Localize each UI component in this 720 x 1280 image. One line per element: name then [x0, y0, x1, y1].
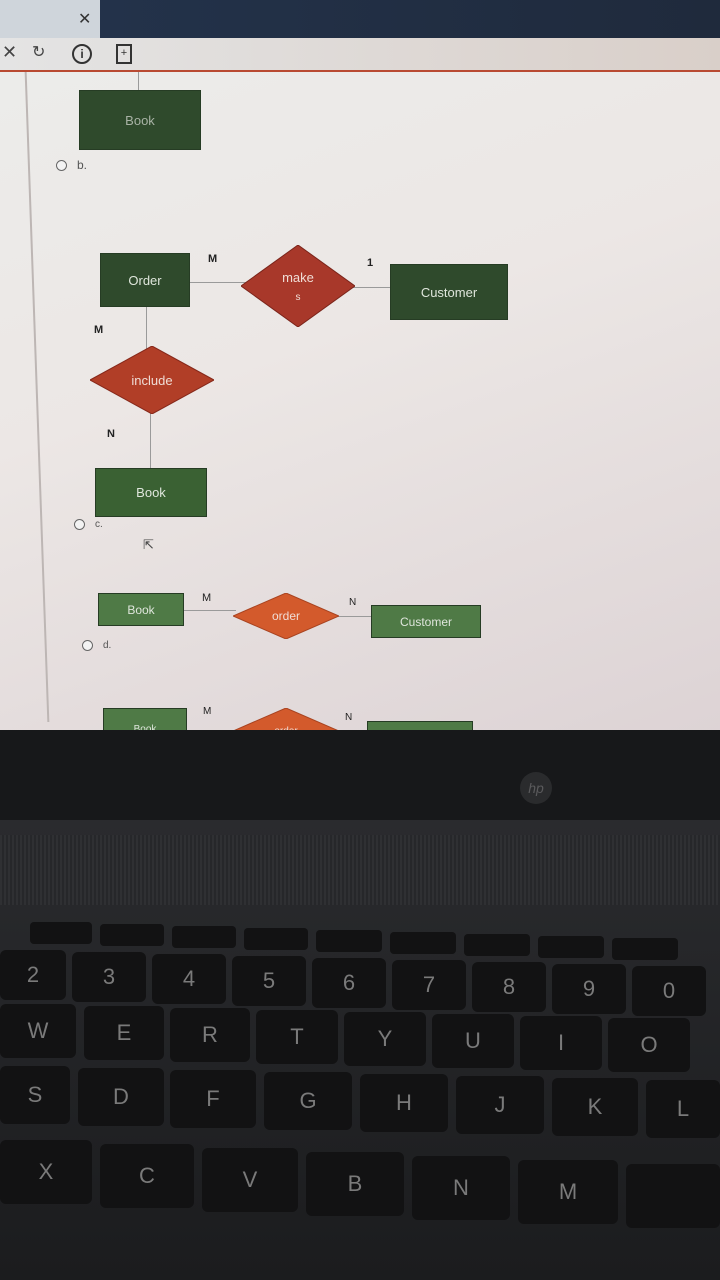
key-9[interactable]: 9 — [552, 964, 626, 1014]
entity-customer: Customer — [371, 605, 481, 638]
key-o[interactable]: O — [608, 1018, 690, 1072]
key-m[interactable]: M — [518, 1160, 618, 1224]
entity-customer: Customer — [390, 264, 508, 320]
key-6[interactable]: 6 — [312, 958, 386, 1008]
key-4[interactable]: 4 — [152, 954, 226, 1004]
cardinality-label: 1 — [367, 257, 374, 269]
key-i[interactable]: I — [520, 1016, 602, 1070]
function-key[interactable] — [464, 934, 530, 956]
relation-diamond — [241, 245, 355, 327]
key-7[interactable]: 7 — [392, 960, 466, 1010]
connector-line — [150, 410, 151, 470]
key-g[interactable]: G — [264, 1072, 352, 1130]
cardinality-label: M — [208, 253, 218, 265]
option-b[interactable]: b. — [56, 158, 87, 172]
cardinality-label: M — [202, 592, 212, 604]
key-e[interactable]: E — [84, 1006, 164, 1060]
quiz-content — [0, 72, 720, 760]
radio-button[interactable] — [56, 159, 67, 171]
key-f[interactable]: F — [170, 1070, 256, 1128]
option-label: b. — [77, 158, 88, 172]
screen: ✕ ✕ ↻ i + Book b. Order make s Customer … — [0, 0, 720, 760]
hp-logo: hp — [520, 772, 552, 804]
cursor-icon: ⇱ — [143, 537, 154, 552]
key-2[interactable]: 2 — [0, 950, 66, 1000]
key-comma[interactable] — [626, 1164, 720, 1228]
laptop-bezel — [0, 730, 720, 830]
relation-makes: make s — [241, 245, 355, 327]
info-icon[interactable]: i — [72, 44, 92, 64]
key-t[interactable]: T — [256, 1010, 338, 1064]
function-key[interactable] — [612, 938, 678, 960]
key-0[interactable]: 0 — [632, 966, 706, 1016]
relation-label: make — [282, 270, 314, 285]
key-h[interactable]: H — [360, 1074, 448, 1132]
page-icon[interactable]: + — [116, 44, 132, 64]
entity-order: Order — [100, 253, 190, 307]
function-key[interactable] — [172, 926, 236, 948]
key-x[interactable]: X — [0, 1140, 92, 1204]
cardinality-label: N — [107, 428, 115, 440]
key-w[interactable]: W — [0, 1004, 76, 1058]
cardinality-label: N — [345, 712, 353, 723]
cardinality-label: M — [94, 324, 104, 336]
function-key[interactable] — [100, 924, 164, 946]
relation-include: include — [90, 346, 214, 414]
connector-line — [182, 610, 236, 611]
key-d[interactable]: D — [78, 1068, 164, 1126]
option-label: c. — [95, 519, 103, 530]
reload-icon[interactable]: ↻ — [32, 42, 45, 62]
relation-label: s — [295, 292, 301, 303]
entity-book: Book — [95, 468, 207, 517]
function-key[interactable] — [30, 922, 92, 944]
entity-book: Book — [98, 593, 184, 626]
function-key[interactable] — [390, 932, 456, 954]
key-8[interactable]: 8 — [472, 962, 546, 1012]
relation-label: include — [131, 373, 173, 388]
cardinality-label: M — [203, 706, 212, 717]
tab-strip: ✕ — [0, 0, 720, 38]
connector-line — [138, 72, 139, 92]
function-key[interactable] — [316, 930, 382, 952]
key-c[interactable]: C — [100, 1144, 194, 1208]
option-d[interactable]: d. — [82, 640, 111, 651]
relation-order: order — [233, 593, 339, 639]
option-c[interactable]: c. — [74, 519, 103, 530]
key-r[interactable]: R — [170, 1008, 250, 1062]
key-u[interactable]: U — [432, 1014, 514, 1068]
entity-book: Book — [79, 90, 201, 150]
cardinality-label: N — [349, 597, 357, 608]
option-label: d. — [103, 640, 112, 651]
key-3[interactable]: 3 — [72, 952, 146, 1002]
function-key[interactable] — [538, 936, 604, 958]
key-5[interactable]: 5 — [232, 956, 306, 1006]
key-j[interactable]: J — [456, 1076, 544, 1134]
key-b[interactable]: B — [306, 1152, 404, 1216]
speaker-grille — [0, 835, 720, 905]
connector-line — [336, 616, 372, 617]
key-s[interactable]: S — [0, 1066, 70, 1124]
key-k[interactable]: K — [552, 1078, 638, 1136]
key-l[interactable]: L — [646, 1080, 720, 1138]
browser-toolbar: ✕ ↻ i + — [0, 38, 720, 72]
function-key[interactable] — [244, 928, 308, 950]
connector-line — [352, 287, 392, 288]
stop-icon[interactable]: ✕ — [2, 42, 17, 63]
radio-button[interactable] — [82, 640, 93, 651]
connector-line — [188, 282, 248, 283]
relation-label: order — [271, 609, 300, 623]
close-icon[interactable]: ✕ — [78, 9, 91, 29]
key-y[interactable]: Y — [344, 1012, 426, 1066]
key-v[interactable]: V — [202, 1148, 298, 1212]
radio-button[interactable] — [74, 519, 85, 530]
key-n[interactable]: N — [412, 1156, 510, 1220]
